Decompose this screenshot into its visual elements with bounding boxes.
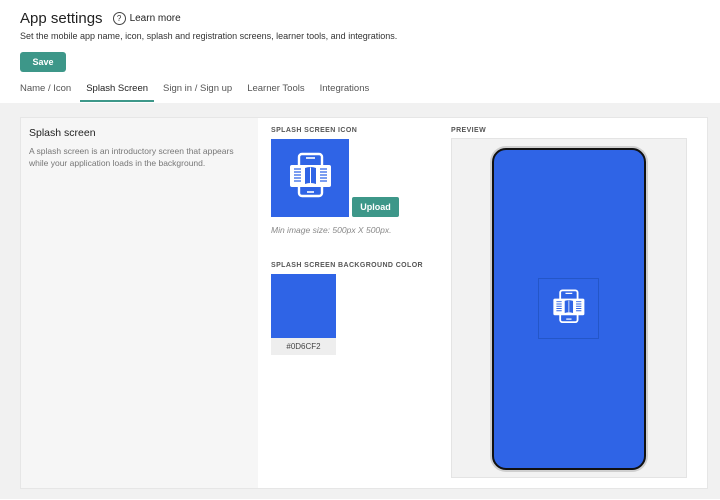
page-header: App settings ? Learn more Set the mobile… xyxy=(20,0,720,104)
phone-splash-icon xyxy=(538,278,599,339)
page-subtitle: Set the mobile app name, icon, splash an… xyxy=(20,31,398,41)
bg-color-swatch[interactable] xyxy=(271,274,336,338)
splash-icon-label: SPLASH SCREEN ICON xyxy=(271,127,358,134)
mobile-book-icon xyxy=(553,289,585,324)
settings-tabs: Name / Icon Splash Screen Sign in / Sign… xyxy=(20,84,384,104)
tab-name-icon[interactable]: Name / Icon xyxy=(20,84,71,102)
splash-info-column: Splash screen A splash screen is an intr… xyxy=(21,118,258,488)
section-title: Splash screen xyxy=(29,127,96,139)
help-icon[interactable]: ? xyxy=(112,12,126,25)
tab-sign-in-sign-up[interactable]: Sign in / Sign up xyxy=(163,84,232,102)
preview-area xyxy=(451,138,687,478)
preview-label: PREVIEW xyxy=(451,127,487,134)
section-description: A splash screen is an introductory scree… xyxy=(29,146,234,168)
phone-preview xyxy=(492,148,646,470)
mobile-book-icon xyxy=(290,152,331,198)
page-title: App settings xyxy=(20,10,103,27)
bg-color-hex[interactable]: #0D6CF2 xyxy=(271,338,336,355)
splash-screen-panel: Splash screen A splash screen is an intr… xyxy=(20,117,708,489)
splash-settings-column: SPLASH SCREEN ICON Upload Min image size… xyxy=(258,118,707,488)
learn-more-link[interactable]: Learn more xyxy=(130,13,181,24)
min-size-hint: Min image size: 500px X 500px. xyxy=(271,225,392,235)
title-row: App settings ? Learn more xyxy=(20,10,181,27)
splash-icon-preview xyxy=(271,139,349,217)
tab-integrations[interactable]: Integrations xyxy=(320,84,370,102)
tab-learner-tools[interactable]: Learner Tools xyxy=(247,84,304,102)
tab-splash-screen[interactable]: Splash Screen xyxy=(80,84,154,102)
bg-color-label: SPLASH SCREEN BACKGROUND COLOR xyxy=(271,262,424,269)
upload-button[interactable]: Upload xyxy=(352,197,399,217)
save-button[interactable]: Save xyxy=(20,52,66,72)
